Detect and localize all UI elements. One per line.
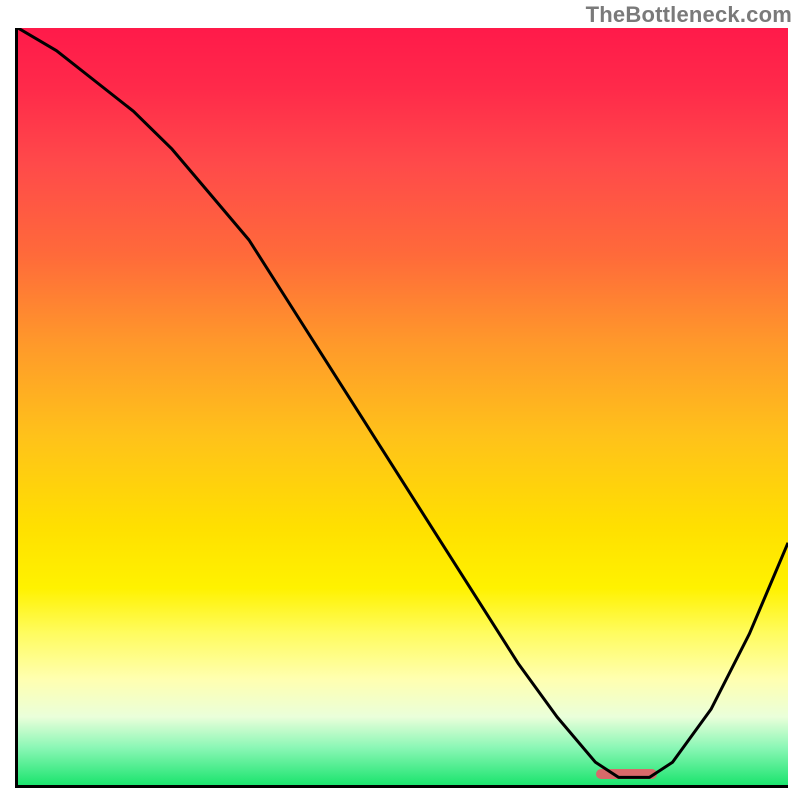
- plot-area: [15, 28, 788, 788]
- watermark-text: TheBottleneck.com: [586, 2, 792, 28]
- bottleneck-curve: [18, 28, 788, 777]
- chart-container: TheBottleneck.com: [0, 0, 800, 800]
- curve-layer: [18, 28, 788, 785]
